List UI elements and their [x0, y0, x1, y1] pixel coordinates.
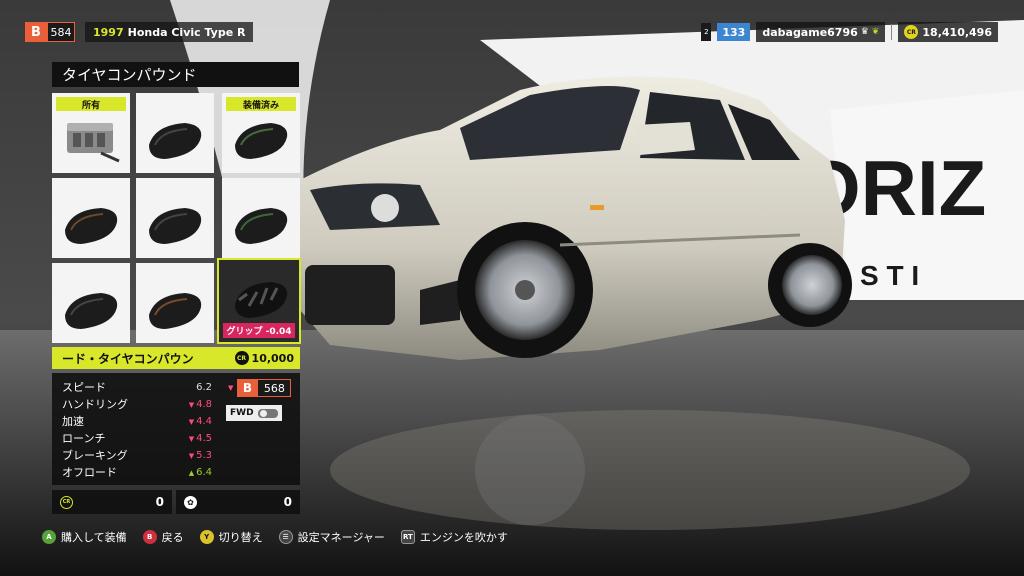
- stat-label: オフロード: [62, 466, 117, 479]
- upgrade-tile-4[interactable]: [52, 178, 130, 258]
- car-title: 1997 Honda Civic Type R: [85, 22, 254, 42]
- back-prompt[interactable]: B 戻る: [142, 529, 184, 545]
- credits-cost-box: CR 0: [52, 490, 172, 514]
- stat-label: ハンドリング: [62, 398, 128, 411]
- stat-value: ▼ 5.3: [188, 449, 212, 461]
- menu-button-icon: ☰: [278, 530, 293, 544]
- new-pi-class: B: [237, 379, 258, 397]
- panel-title: タイヤコンパウンド: [52, 62, 299, 87]
- toggle-prompt[interactable]: Y 切り替え: [199, 529, 263, 545]
- stat-value: ▲ 6.4: [188, 466, 212, 478]
- credits-amount: 18,410,496: [922, 25, 992, 39]
- up-arrow-icon: ▲: [188, 468, 195, 477]
- stat-label: ローンチ: [62, 432, 106, 445]
- prompt-label: 設定マネージャー: [297, 531, 385, 544]
- stat-value: ▼ 4.5: [188, 432, 212, 444]
- toolbox-icon: [67, 123, 120, 163]
- credits-icon: CR: [60, 495, 73, 509]
- upgrade-tile-2[interactable]: [136, 93, 214, 173]
- rt-button-icon: RT: [400, 530, 415, 544]
- upgrade-tile-stock[interactable]: 所有: [52, 93, 130, 173]
- down-arrow-icon: ▼: [188, 400, 195, 409]
- selected-item-price: CR 10,000: [234, 351, 294, 365]
- upgrade-tile-selected[interactable]: グリップ -0.04: [217, 258, 301, 344]
- level-icon: 2: [701, 23, 712, 41]
- drivetrain-indicator: FWD: [226, 405, 282, 421]
- upgrade-tile-5[interactable]: [136, 178, 214, 258]
- tire-icon: [149, 293, 202, 329]
- prompt-label: 戻る: [161, 531, 184, 544]
- gamertag: dabagame6796: [762, 25, 858, 39]
- stat-acceleration: 加速 ▼ 4.4: [62, 413, 212, 429]
- player-level: 133: [717, 23, 751, 41]
- divider: [891, 24, 893, 40]
- upgrade-tile-7[interactable]: [52, 263, 130, 343]
- tire-icon: [149, 208, 202, 244]
- crown-icon: ♛: [860, 27, 869, 37]
- pi-class-badge: B: [25, 22, 47, 42]
- offroad-tire-icon: [235, 282, 288, 318]
- grip-delta-badge: グリップ -0.04: [223, 323, 295, 338]
- car-header: B 584 1997 Honda Civic Type R: [25, 22, 254, 42]
- stat-label: ブレーキング: [62, 449, 128, 462]
- stat-braking: ブレーキング ▼ 5.3: [62, 447, 212, 463]
- tire-icon: [235, 123, 288, 159]
- stat-launch: ローンチ ▼ 4.5: [62, 430, 212, 446]
- credits-icon: CR: [904, 25, 919, 39]
- player-profile: 2 133 dabagame6796 ♛ ❦ CR 18,410,496: [701, 22, 998, 42]
- price-value: 10,000: [251, 351, 294, 365]
- rev-engine-prompt[interactable]: RT エンジンを吹かす: [400, 529, 508, 545]
- down-arrow-icon: ▼: [188, 451, 195, 460]
- upgrade-tile-6[interactable]: [222, 178, 300, 258]
- credits-icon: CR: [234, 351, 249, 365]
- stats-panel: スピード 6.2 ハンドリング ▼ 4.8 加速 ▼ 4.4 ローンチ ▼ 4.5 ブ…: [52, 373, 300, 485]
- prompt-label: 購入して装備: [61, 531, 127, 544]
- stat-speed: スピード 6.2: [62, 379, 212, 395]
- stat-label: スピード: [62, 381, 106, 394]
- selected-item-bar: ード・タイヤコンパウン CR 10,000: [52, 347, 300, 369]
- stat-handling: ハンドリング ▼ 4.8: [62, 396, 212, 412]
- equipped-tag: 装備済み: [226, 97, 296, 111]
- car-year: 1997: [93, 25, 124, 39]
- prompt-label: エンジンを吹かす: [419, 531, 508, 544]
- drivetrain-label: FWD: [230, 408, 254, 418]
- credits-box: CR 18,410,496: [898, 22, 998, 42]
- credits-cost: 0: [155, 495, 164, 509]
- b-button-icon: B: [142, 530, 157, 544]
- owned-tag: 所有: [56, 97, 126, 111]
- tire-icon: [235, 208, 288, 244]
- stat-offroad: オフロード ▲ 6.4: [62, 464, 212, 480]
- prompt-label: 切り替え: [218, 531, 263, 544]
- down-arrow-icon: ▼: [188, 434, 195, 443]
- settings-manager-prompt[interactable]: ☰ 設定マネージャー: [278, 529, 385, 545]
- upgrade-tile-8[interactable]: [136, 263, 214, 343]
- tire-icon: [65, 293, 118, 329]
- down-arrow-icon: ▼: [188, 417, 195, 426]
- selected-item-name: ード・タイヤコンパウン: [62, 351, 194, 366]
- new-pi-rating: ▼ B 568: [228, 379, 292, 397]
- tire-icon: [65, 208, 118, 244]
- points-cost: 0: [283, 495, 292, 509]
- leaf-icon: ❦: [871, 27, 880, 37]
- upgrade-tile-equipped[interactable]: 装備済み: [222, 93, 300, 173]
- tire-compound-grid: 所有 装備済み グリップ -0.04: [52, 93, 301, 344]
- buy-and-equip-prompt[interactable]: A 購入して装備: [42, 529, 127, 545]
- drivetrain-icon: [257, 408, 278, 418]
- stat-value: ▼ 4.4: [188, 415, 212, 427]
- button-prompts: A 購入して装備 B 戻る Y 切り替え ☰ 設定マネージャー RT エンジンを…: [42, 528, 508, 546]
- tire-icon: [149, 123, 202, 159]
- a-button-icon: A: [42, 530, 56, 544]
- new-pi-value: 568: [257, 379, 292, 397]
- stat-value: ▼ 4.8: [188, 398, 212, 410]
- down-arrow-icon: ▼: [228, 384, 234, 392]
- fan-icon: ✿: [184, 495, 197, 509]
- gamertag-box: dabagame6796 ♛ ❦: [756, 22, 886, 42]
- stat-value: 6.2: [196, 381, 212, 393]
- car-name: Honda Civic Type R: [127, 25, 246, 39]
- pi-value: 584: [47, 22, 75, 42]
- stat-label: 加速: [62, 415, 84, 428]
- y-button-icon: Y: [199, 530, 214, 544]
- banner-text-bottom: S T I: [860, 260, 919, 291]
- points-cost-box: ✿ 0: [176, 490, 300, 514]
